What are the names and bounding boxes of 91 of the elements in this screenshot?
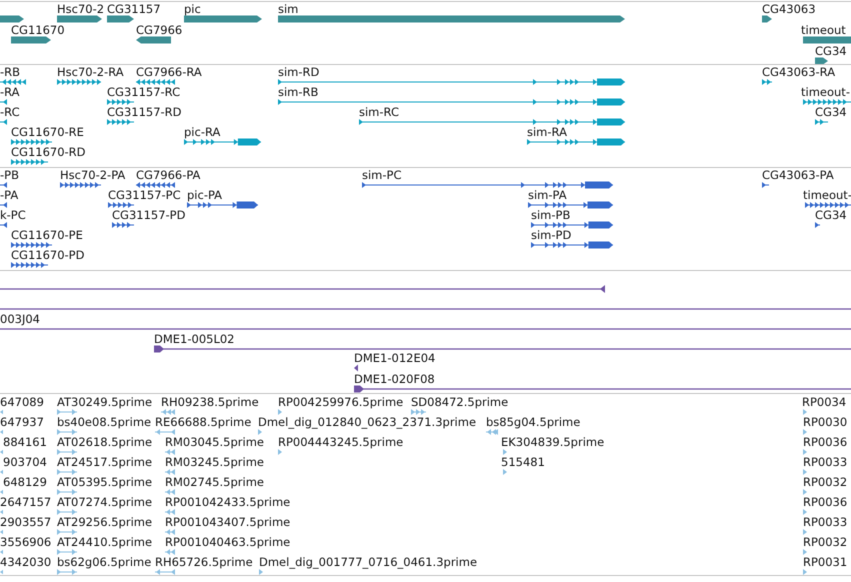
feature-label: CG11670-PE — [11, 228, 83, 242]
feature-label: 903704 — [3, 455, 47, 469]
feature-label: -RA — [0, 85, 20, 99]
feature-label: sim-PB — [531, 208, 570, 222]
feature-label: AT07274.5prime — [57, 495, 152, 509]
feature-label: CG11670-RD — [11, 145, 86, 159]
feature-label: sim-RB — [278, 85, 318, 99]
feature-label: Dmel_dig_012840_0623_2371.3prime — [258, 415, 476, 429]
feature-label: bs40e08.5prime — [57, 415, 152, 429]
feature-label: CG43063-PA — [762, 168, 834, 182]
feature-label: AT24410.5prime — [57, 535, 152, 549]
feature-label: -RC — [0, 105, 20, 119]
feature-label: RE66688.5prime — [155, 415, 252, 429]
feature-label: CG43063 — [762, 2, 816, 16]
feature-label: pic — [184, 2, 201, 16]
feature-label: RP0036 — [803, 495, 848, 509]
feature-label: CG31157 — [107, 2, 161, 16]
feature-label: timeout- — [801, 85, 850, 99]
feature-label: RP001040463.5prime — [165, 535, 290, 549]
feature-label: bs62g06.5prime — [57, 555, 152, 569]
feature-label: sim-PA — [528, 188, 567, 202]
feature-label: RP0032 — [803, 475, 848, 489]
feature-label: DME1-020F08 — [354, 372, 435, 386]
feature-label: CG34 — [815, 208, 847, 222]
feature-label: 648129 — [3, 475, 47, 489]
feature-label: 884161 — [3, 435, 47, 449]
feature-label: 3556906 — [0, 535, 52, 549]
feature-label: CG34 — [815, 44, 847, 58]
feature-label: CG31157-RD — [107, 105, 182, 119]
feature-label: -RB — [0, 65, 20, 79]
feature-label: CG31157-RC — [107, 85, 180, 99]
feature-label: RP0031 — [803, 555, 848, 569]
feature-label: RP001042433.5prime — [165, 495, 290, 509]
feature-label: CG11670-RE — [11, 125, 84, 139]
feature-label: sim — [278, 2, 298, 16]
feature-label: RH09238.5prime — [161, 395, 259, 409]
feature-label: 2647157 — [0, 495, 52, 509]
feature-label: CG11670 — [11, 23, 65, 37]
feature-label: Hsc70-2-RA — [57, 65, 124, 79]
feature-label: k-PC — [0, 208, 26, 222]
feature-label: AT02618.5prime — [57, 435, 152, 449]
feature-label: sim-PD — [531, 228, 572, 242]
feature-label: timeout — [801, 23, 846, 37]
feature-label: RP0032 — [803, 535, 848, 549]
feature-label: CG43063-RA — [762, 65, 836, 79]
feature-label: CG34 — [815, 105, 847, 119]
feature-label: 003J04 — [0, 312, 40, 326]
feature-label: timeout- — [803, 188, 851, 202]
feature-label: Hsc70-2 — [57, 2, 104, 16]
feature-label: CG11670-PD — [11, 248, 84, 262]
feature-label: AT05395.5prime — [57, 475, 152, 489]
feature-label: RP004259976.5prime — [278, 395, 404, 409]
feature-label: AT30249.5prime — [57, 395, 152, 409]
feature-label: -PA — [0, 188, 18, 202]
feature-label: CG31157-PD — [112, 208, 186, 222]
feature-label: Dmel_dig_001777_0716_0461.3prime — [259, 555, 478, 569]
feature-label: bs85g04.5prime — [486, 415, 580, 429]
feature-label: RP0033 — [803, 455, 848, 469]
feature-label: -PB — [0, 168, 19, 182]
feature-label: pic-PA — [187, 188, 222, 202]
feature-label: 647089 — [0, 395, 44, 409]
feature-label: Hsc70-2-PA — [60, 168, 126, 182]
feature-label: CG31157-PC — [108, 188, 181, 202]
feature-label: SD08472.5prime — [411, 395, 508, 409]
feature-label: DME1-012E04 — [354, 351, 436, 365]
feature-label: DME1-005L02 — [154, 332, 234, 346]
feature-label: RH65726.5prime — [155, 555, 253, 569]
feature-label: RP0036 — [803, 435, 848, 449]
feature-label: RP0033 — [803, 515, 848, 529]
feature-label: CG7966 — [136, 23, 182, 37]
feature-label: sim-RD — [278, 65, 320, 79]
feature-label: RP001043407.5prime — [165, 515, 290, 529]
feature-label: 515481 — [501, 455, 545, 469]
feature-label: sim-RA — [527, 125, 567, 139]
feature-label: RP0034 — [802, 395, 846, 409]
feature-label: RM03245.5prime — [165, 455, 264, 469]
feature-label: CG7966-RA — [136, 65, 202, 79]
feature-label: CG7966-PA — [136, 168, 200, 182]
feature-label: RM02745.5prime — [165, 475, 264, 489]
feature-label: 647937 — [0, 415, 44, 429]
feature-label: 4342030 — [0, 555, 52, 569]
feature-label: 2903557 — [0, 515, 52, 529]
feature-label: sim-RC — [359, 105, 399, 119]
feature-label: AT29256.5prime — [57, 515, 152, 529]
feature-label: RP0030 — [803, 415, 848, 429]
feature-label: EK304839.5prime — [501, 435, 604, 449]
feature-label: pic-RA — [184, 125, 220, 139]
feature-label: RP004443245.5prime — [278, 435, 404, 449]
feature-label: RM03045.5prime — [165, 435, 264, 449]
feature-label: AT24517.5prime — [57, 455, 152, 469]
feature-label: sim-PC — [362, 168, 402, 182]
